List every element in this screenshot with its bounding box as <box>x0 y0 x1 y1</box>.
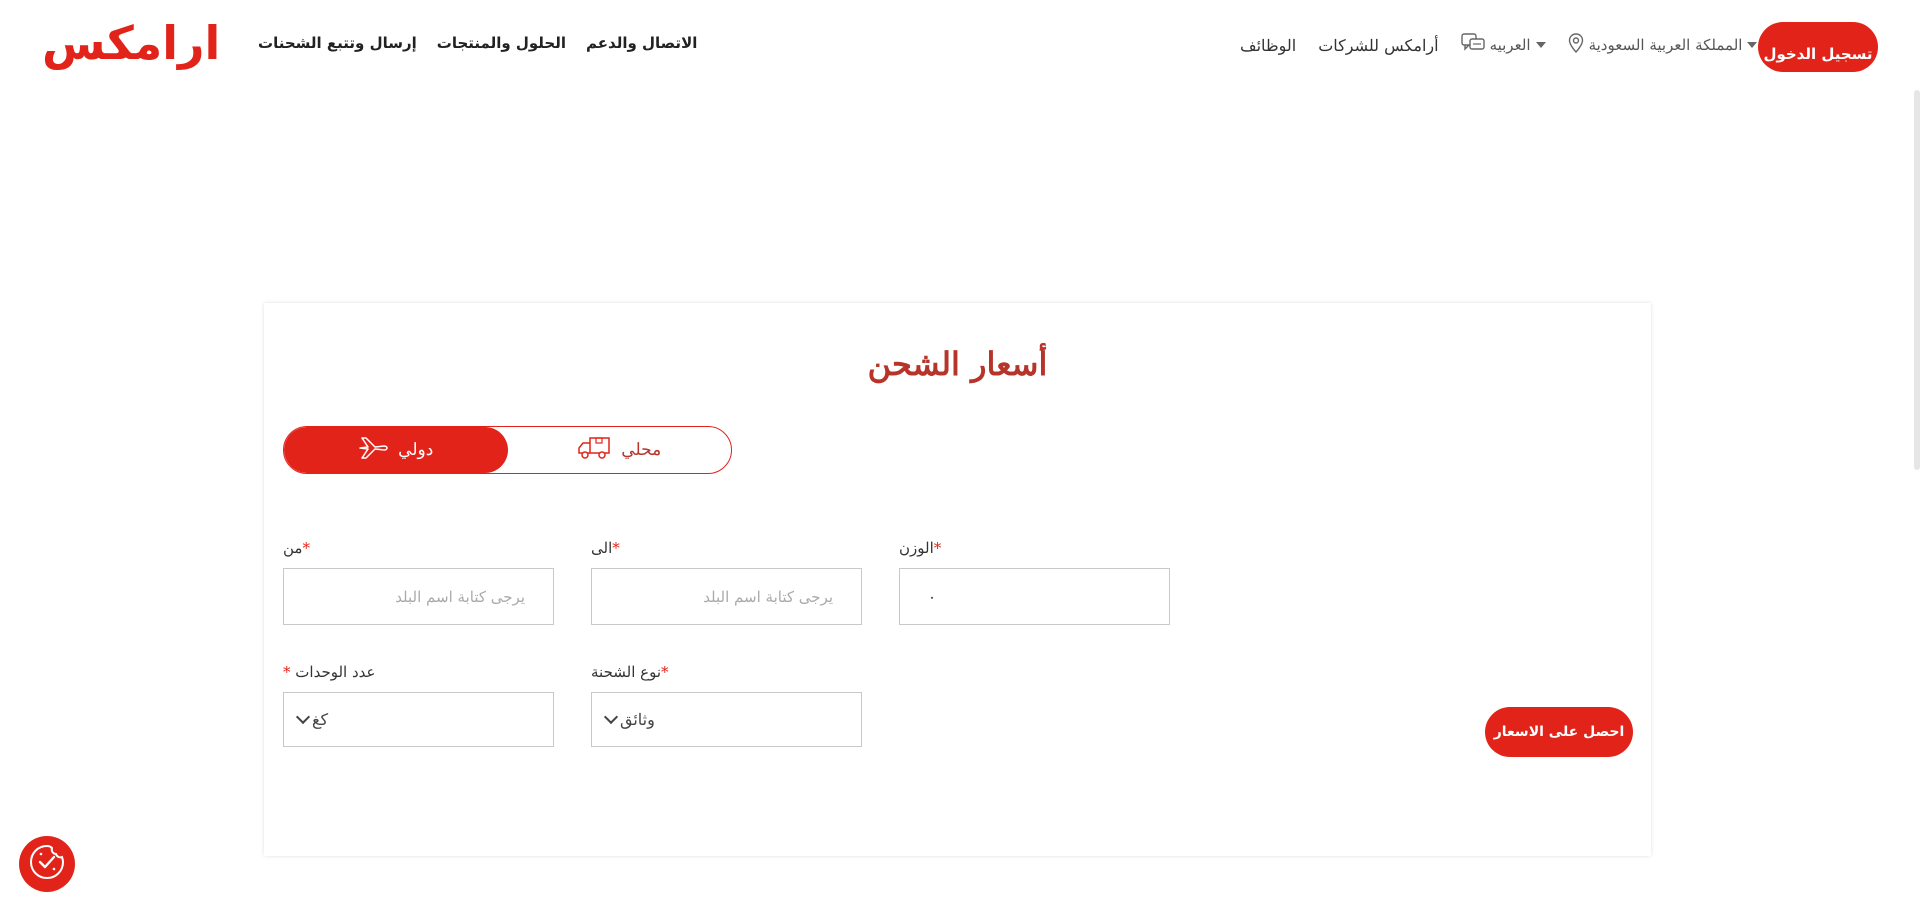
units-select-value: كغ <box>312 710 329 729</box>
page-title: أسعار الشحن <box>867 345 1048 383</box>
weight-label: *الوزن <box>899 539 941 557</box>
tab-domestic-label: محلي <box>621 440 662 460</box>
units-label-text: عدد الوحدات <box>295 663 376 681</box>
units-label: عدد الوحدات * <box>283 663 375 681</box>
location-pin-icon <box>1568 33 1584 57</box>
get-rates-button[interactable]: احصل على الاسعار <box>1485 707 1633 757</box>
tab-domestic[interactable]: محلي <box>508 427 732 473</box>
country-label: المملكة العربية السعودية <box>1588 36 1743 54</box>
from-label: *من <box>283 539 310 557</box>
site-header: ارامكس إرسال وتتبع الشحنات الحلول والمنت… <box>0 0 1920 90</box>
to-label-text: الى <box>591 539 613 557</box>
chevron-down-icon <box>603 709 619 724</box>
nav-solutions-products[interactable]: الحلول والمنتجات <box>437 34 566 52</box>
chevron-down-icon <box>1747 42 1758 48</box>
nav-contact-support[interactable]: الاتصال والدعم <box>586 34 697 52</box>
nav-jobs[interactable]: الوظائف <box>1240 36 1296 55</box>
from-input[interactable] <box>283 568 554 625</box>
to-label: *الى <box>591 539 620 557</box>
plane-icon <box>358 435 388 465</box>
required-mark: * <box>302 539 310 557</box>
nav-business[interactable]: أرامكس للشركات <box>1318 36 1438 55</box>
required-mark: * <box>612 539 620 557</box>
main-nav: إرسال وتتبع الشحنات الحلول والمنتجات الا… <box>258 34 697 52</box>
language-icon <box>1460 33 1485 57</box>
chevron-down-icon <box>295 709 311 724</box>
shipment-type-select-value: وثائق <box>620 710 655 729</box>
truck-icon <box>577 436 611 464</box>
required-mark: * <box>283 663 291 681</box>
tab-international-label: دولي <box>398 440 434 460</box>
aramex-logo[interactable]: ارامكس <box>42 20 221 66</box>
units-select[interactable]: كغ <box>283 692 554 747</box>
shipment-type-select[interactable]: وثائق <box>591 692 862 747</box>
to-input[interactable] <box>591 568 862 625</box>
page-scrollbar[interactable] <box>1914 90 1920 470</box>
shipment-scope-toggle: دولي محلي <box>283 426 732 474</box>
cookie-consent-button[interactable] <box>19 836 75 892</box>
weight-label-text: الوزن <box>899 539 934 557</box>
tab-international[interactable]: دولي <box>284 427 508 473</box>
utility-nav: الوظائف أرامكس للشركات العربيه المملكة ا… <box>1240 33 1758 57</box>
from-label-text: من <box>283 539 303 557</box>
required-mark: * <box>933 539 942 557</box>
shipment-type-label-text: نوع الشحنة <box>591 663 662 681</box>
shipping-rates-card: أسعار الشحن دولي محلي *من *الى *الوزن عد… <box>264 303 1651 856</box>
language-label: العربيه <box>1489 36 1531 54</box>
cookie-consent-icon <box>27 842 67 886</box>
nav-ship-track[interactable]: إرسال وتتبع الشحنات <box>258 34 417 52</box>
country-selector[interactable]: المملكة العربية السعودية <box>1568 33 1758 57</box>
language-selector[interactable]: العربيه <box>1460 33 1546 57</box>
weight-input[interactable] <box>899 568 1170 625</box>
required-mark: * <box>661 663 669 681</box>
login-button[interactable]: تسجيل الدخول <box>1758 22 1878 72</box>
chevron-down-icon <box>1535 42 1546 48</box>
shipment-type-label: *نوع الشحنة <box>591 663 669 681</box>
